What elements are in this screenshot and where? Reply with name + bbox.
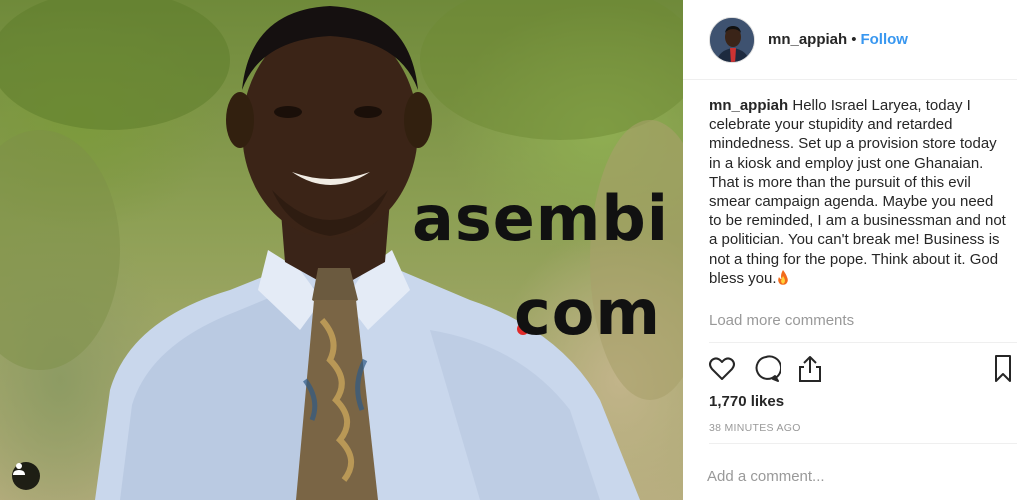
header-separator: • [851,31,857,48]
avatar-image [710,17,754,62]
follow-button[interactable]: Follow [860,31,908,48]
post-details-panel: mn_appiah • Follow mn_appiah Hello Israe… [683,0,1017,500]
watermark-text: asembi [412,182,670,255]
caption-username[interactable]: mn_appiah [709,97,788,114]
share-icon [799,356,821,382]
comment-button[interactable] [751,354,783,384]
header-username[interactable]: mn_appiah [768,31,847,48]
watermark-domain: com [514,276,661,349]
user-tag-icon [13,463,25,475]
bookmark-icon [995,355,1011,382]
comment-icon [755,355,783,382]
avatar[interactable] [709,16,755,63]
likes-count[interactable]: 1,770 likes [709,393,784,410]
add-comment-input[interactable] [707,464,1007,488]
action-bar [707,354,1017,384]
post-caption: mn_appiah Hello Israel Laryea, today I c… [709,96,1009,288]
post-photo[interactable]: asembi com [0,0,683,500]
heart-icon [709,357,735,380]
post-timestamp[interactable]: 38 MINUTES AGO [709,422,801,434]
divider [709,342,1017,343]
caption-text: Hello Israel Laryea, today I celebrate y… [709,97,1006,287]
load-more-comments-link[interactable]: Load more comments [709,312,854,329]
save-button[interactable] [989,354,1017,384]
fire-emoji-icon [777,269,788,285]
like-button[interactable] [707,354,737,384]
divider [709,443,1017,444]
share-button[interactable] [795,354,825,384]
post-header: mn_appiah • Follow [683,0,1017,80]
user-tag-button[interactable] [12,462,40,490]
